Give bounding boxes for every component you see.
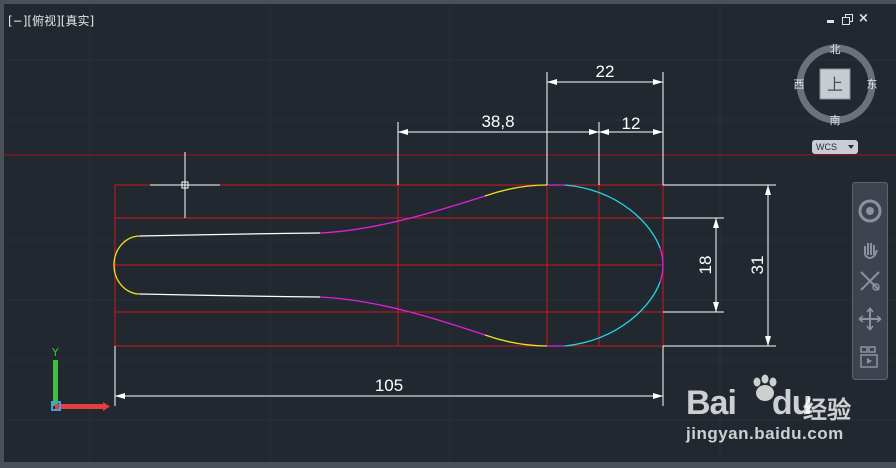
showmotion-icon[interactable] bbox=[856, 343, 884, 371]
dim-12: 12 bbox=[622, 114, 641, 133]
lower-taper bbox=[319, 296, 486, 336]
compass-east: 东 bbox=[867, 78, 878, 91]
wcs-dropdown[interactable]: WCS bbox=[812, 140, 858, 154]
upper-bowl-yellow bbox=[484, 184, 548, 197]
orbit-icon[interactable] bbox=[856, 305, 884, 333]
viewport-window-controls: × bbox=[826, 12, 869, 25]
wcs-label: WCS bbox=[816, 142, 837, 152]
viewcube-face-label: 上 bbox=[827, 75, 843, 94]
ucs-icon: Y bbox=[51, 346, 110, 411]
dim-18: 18 bbox=[696, 256, 715, 275]
viewport-frame-left bbox=[0, 0, 4, 468]
navigation-bar bbox=[852, 182, 888, 380]
baidu-jingyan-watermark: Bai du 经验 jingyan.baidu.com bbox=[686, 372, 856, 452]
close-icon[interactable]: × bbox=[858, 12, 869, 25]
handle-bottom-edge bbox=[139, 293, 321, 298]
dim-105: 105 bbox=[375, 376, 403, 395]
lower-bowl-cyan bbox=[564, 281, 661, 347]
construction-grid bbox=[114, 184, 664, 347]
dim-31: 31 bbox=[748, 256, 767, 275]
pan-hand-icon[interactable] bbox=[856, 235, 884, 263]
watermark-url: jingyan.baidu.com bbox=[686, 424, 844, 443]
chevron-down-icon bbox=[848, 145, 854, 149]
dimension-lines bbox=[114, 72, 776, 406]
steering-wheel-icon[interactable] bbox=[856, 197, 884, 225]
dimension-arrows bbox=[115, 79, 771, 399]
watermark-brand: Bai du bbox=[686, 384, 812, 422]
compass-north: 北 bbox=[830, 43, 841, 56]
upper-taper bbox=[319, 195, 486, 234]
drawing-viewport[interactable]: 22 38,8 12 105 18 31 [−][俯视][真实] × 上 北 南… bbox=[0, 0, 896, 468]
viewport-frame-top bbox=[0, 0, 896, 4]
crosshair-cursor bbox=[150, 152, 220, 218]
compass-west: 西 bbox=[794, 78, 805, 91]
compass-south: 南 bbox=[830, 114, 841, 127]
dim-38-8: 38,8 bbox=[481, 112, 514, 131]
viewport-controls-label[interactable]: [−][俯视][真实] bbox=[8, 12, 94, 29]
upper-bowl-cyan bbox=[564, 184, 661, 249]
zoom-extents-icon[interactable] bbox=[856, 267, 884, 295]
ucs-y-label: Y bbox=[51, 346, 59, 359]
handle-top-edge bbox=[139, 232, 321, 237]
watermark-brand-cn: 经验 bbox=[803, 396, 851, 424]
restore-icon[interactable] bbox=[842, 14, 853, 25]
minimize-icon[interactable] bbox=[826, 14, 836, 24]
lower-bowl-yellow bbox=[484, 334, 548, 347]
dim-22: 22 bbox=[596, 62, 615, 81]
viewcube[interactable]: 上 北 南 东 西 bbox=[786, 36, 886, 136]
viewport-frame-bottom bbox=[0, 462, 896, 468]
